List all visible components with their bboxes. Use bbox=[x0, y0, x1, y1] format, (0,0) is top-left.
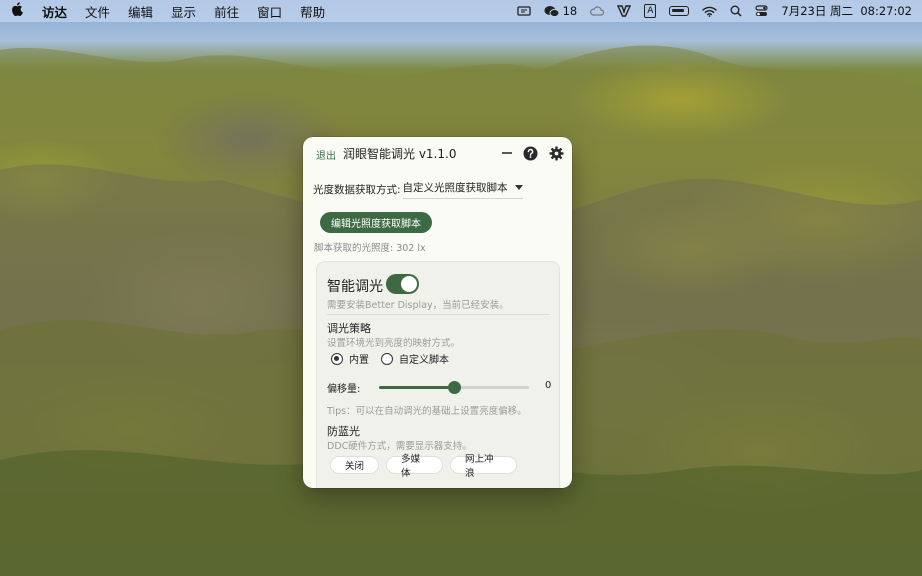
vpn-icon[interactable] bbox=[617, 4, 632, 18]
battery-icon[interactable] bbox=[669, 4, 690, 18]
apple-menu-icon[interactable] bbox=[10, 2, 24, 20]
tips-text: Tips：可以在自动调光的基础上设置亮度偏移。 bbox=[327, 406, 527, 417]
help-button[interactable] bbox=[521, 144, 539, 162]
app-title: 润眼智能调光 v1.1.0 bbox=[343, 147, 457, 161]
offset-slider-thumb[interactable] bbox=[448, 381, 461, 394]
radio-unselected-icon bbox=[381, 352, 393, 365]
blue-light-title: 防蓝光 bbox=[327, 425, 360, 438]
cloud-icon[interactable] bbox=[590, 4, 605, 18]
wechat-icon bbox=[544, 5, 560, 17]
control-center-icon[interactable] bbox=[755, 4, 769, 18]
menubar-clock[interactable]: 7月23日 周二 08:27:02 bbox=[781, 3, 912, 19]
edit-script-button[interactable]: 编辑光照度获取脚本 bbox=[320, 212, 432, 233]
menu-view[interactable]: 显示 bbox=[171, 2, 196, 21]
settings-button[interactable] bbox=[547, 144, 565, 162]
menu-app-name[interactable]: 访达 bbox=[42, 2, 67, 21]
gear-icon bbox=[549, 146, 563, 160]
menu-window[interactable]: 窗口 bbox=[257, 2, 282, 21]
strategy-radio-group: 内置 自定义脚本 bbox=[331, 351, 449, 366]
wechat-badge: 18 bbox=[562, 4, 578, 18]
settings-card: 智能调光 需要安装Better Display，当前已经安装。 调光策略 设置环… bbox=[316, 261, 560, 488]
strategy-subtitle: 设置环境光到亮度的映射方式。 bbox=[327, 338, 461, 349]
menu-go[interactable]: 前往 bbox=[214, 2, 239, 21]
smart-dimming-subtitle: 需要安装Better Display，当前已经安装。 bbox=[327, 300, 509, 311]
dimming-popover: 退出 润眼智能调光 v1.1.0 光度数据获取方式: 自定义光照度获取脚本 编辑… bbox=[303, 137, 572, 488]
menu-bar: 访达 文件 编辑 显示 前往 窗口 帮助 18 A 7月23日 周二 08:27… bbox=[0, 0, 922, 22]
smart-dimming-title: 智能调光 bbox=[327, 279, 383, 295]
blue-light-off-button[interactable]: 关闭 bbox=[330, 456, 379, 474]
blue-light-browsing-button[interactable]: 网上冲浪 bbox=[450, 454, 517, 479]
minimize-button[interactable] bbox=[498, 144, 516, 162]
offset-slider[interactable] bbox=[379, 381, 529, 394]
lux-reading: 脚本获取的光照度: 302 lx bbox=[314, 243, 426, 254]
chevron-down-icon bbox=[514, 185, 523, 190]
menu-edit[interactable]: 编辑 bbox=[128, 2, 153, 21]
offset-label: 偏移量: bbox=[327, 384, 361, 395]
source-select[interactable]: 自定义光照度获取脚本 bbox=[402, 180, 523, 199]
offset-value: 0 bbox=[545, 380, 552, 391]
source-label: 光度数据获取方式: bbox=[313, 184, 401, 196]
radio-custom-label: 自定义脚本 bbox=[399, 355, 449, 366]
help-icon bbox=[523, 146, 537, 160]
blue-light-button-group: 关闭 多媒体 网上冲浪 bbox=[330, 454, 517, 479]
menu-file[interactable]: 文件 bbox=[85, 2, 110, 21]
smart-dimming-toggle[interactable] bbox=[386, 274, 419, 294]
blue-light-multimedia-button[interactable]: 多媒体 bbox=[386, 454, 443, 479]
source-row: 光度数据获取方式: 自定义光照度获取脚本 bbox=[313, 180, 523, 199]
source-selected-value: 自定义光照度获取脚本 bbox=[402, 182, 508, 194]
divider bbox=[327, 314, 549, 315]
quit-link[interactable]: 退出 bbox=[316, 147, 336, 162]
display-icon[interactable] bbox=[516, 4, 531, 18]
offset-slider-fill bbox=[379, 386, 454, 389]
radio-selected-icon bbox=[331, 352, 343, 365]
wifi-icon[interactable] bbox=[702, 4, 718, 18]
strategy-title: 调光策略 bbox=[327, 322, 371, 335]
popover-header: 退出 润眼智能调光 v1.1.0 bbox=[303, 137, 572, 169]
input-method-indicator[interactable]: A bbox=[644, 4, 657, 18]
wechat-status[interactable]: 18 bbox=[544, 4, 578, 18]
minus-icon bbox=[502, 152, 512, 154]
radio-custom-script[interactable]: 自定义脚本 bbox=[381, 351, 449, 366]
blue-light-subtitle: DDC硬件方式，需要显示器支持。 bbox=[327, 441, 472, 452]
search-icon[interactable] bbox=[730, 4, 742, 18]
menu-help[interactable]: 帮助 bbox=[300, 2, 325, 21]
radio-builtin-label: 内置 bbox=[349, 355, 369, 366]
radio-builtin[interactable]: 内置 bbox=[331, 351, 369, 366]
